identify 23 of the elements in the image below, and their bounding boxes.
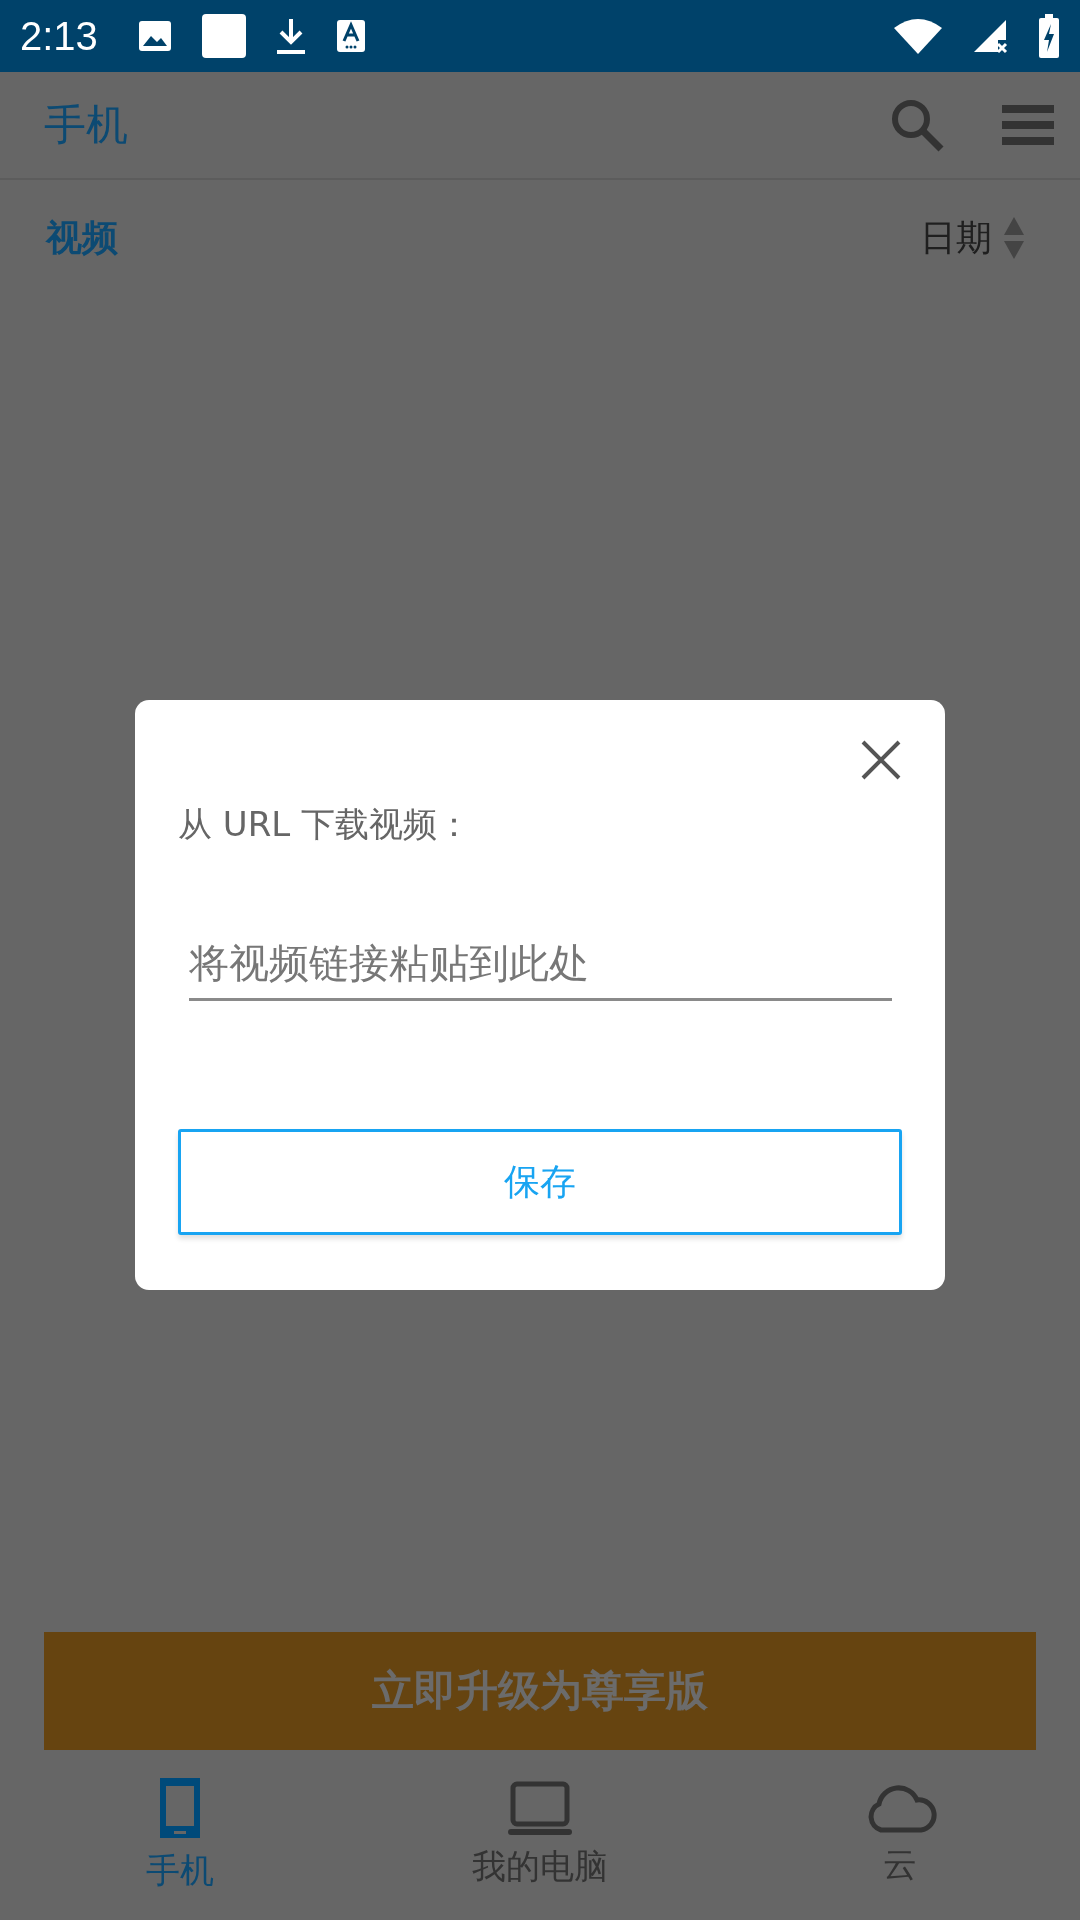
font-icon bbox=[335, 19, 366, 53]
close-icon bbox=[861, 739, 901, 780]
upgrade-label: 立即升级为尊享版 bbox=[372, 1665, 708, 1717]
menu-icon[interactable] bbox=[1002, 105, 1054, 145]
nav-tab[interactable]: 手机 bbox=[0, 1750, 360, 1920]
save-button[interactable]: 保存 bbox=[178, 1129, 902, 1235]
section-title: 视频 bbox=[46, 215, 119, 260]
wifi-icon bbox=[894, 18, 942, 54]
square-icon bbox=[201, 14, 246, 58]
image-icon bbox=[137, 20, 172, 52]
url-input-field[interactable]: 将视频链接粘贴到此处 bbox=[189, 940, 892, 1001]
search-icon[interactable] bbox=[890, 98, 944, 152]
sort-label[interactable]: 日期 bbox=[920, 213, 992, 263]
upgrade-banner[interactable]: 立即升级为尊享版 bbox=[44, 1632, 1036, 1750]
app-title: 手机 bbox=[44, 99, 129, 151]
battery-icon bbox=[1038, 14, 1060, 58]
phone-icon bbox=[158, 1776, 202, 1840]
laptop-icon bbox=[507, 1780, 573, 1836]
dialog-label: 从 URL 下载视频： bbox=[178, 803, 473, 846]
sort-icon[interactable] bbox=[1004, 217, 1024, 259]
download-icon bbox=[275, 17, 306, 55]
status-time: 2:13 bbox=[20, 13, 98, 59]
signal-icon bbox=[972, 18, 1008, 54]
